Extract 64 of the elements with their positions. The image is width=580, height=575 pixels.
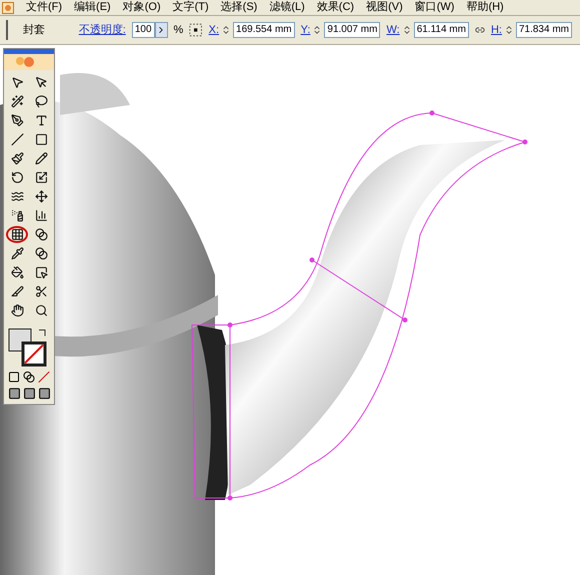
spinner-icon[interactable]	[402, 25, 412, 35]
arrow-pointer-icon	[10, 76, 24, 89]
menu-item[interactable]: 文字(T)	[172, 2, 209, 13]
blend-icon	[34, 228, 48, 241]
flower-logo-icon	[4, 54, 54, 70]
menu-item[interactable]: 视图(V)	[366, 2, 403, 13]
screen-mode-icon[interactable]	[38, 387, 50, 400]
overlap-circles-icon	[34, 247, 48, 260]
pointer-square-icon	[34, 266, 48, 279]
opacity-field[interactable]: 100	[132, 22, 155, 38]
knife-icon	[10, 285, 24, 298]
panel-title-bar	[4, 49, 54, 54]
tool-button[interactable]	[6, 226, 28, 243]
field-label: Y:	[300, 22, 310, 38]
paintbrush-icon	[10, 152, 24, 165]
reference-point-icon[interactable]	[189, 22, 203, 38]
rotate-icon	[10, 171, 24, 184]
menu-item[interactable]: 对象(O)	[122, 2, 161, 13]
menu-item[interactable]: 文件(F)	[26, 2, 62, 13]
rectangle-icon	[34, 133, 48, 146]
coordinate-field[interactable]: 91.007 mm	[324, 22, 380, 38]
eyedropper-icon	[10, 247, 24, 260]
menu-item[interactable]: 滤镜(L)	[269, 2, 305, 13]
pencil-icon	[34, 152, 48, 165]
spray-can-icon	[10, 209, 24, 222]
opacity-link[interactable]: 不透明度:	[78, 22, 126, 38]
menu-item[interactable]: 选择(S)	[220, 2, 258, 13]
paint-bucket-icon	[10, 266, 24, 279]
type-icon	[34, 114, 48, 127]
menu-item[interactable]: 效果(C)	[316, 2, 354, 13]
menu-item[interactable]: 帮助(H)	[466, 2, 504, 13]
screen-mode-icon[interactable]	[22, 387, 36, 400]
move-icon	[34, 190, 48, 203]
coordinate-field[interactable]: 71.834 mm	[516, 22, 572, 38]
grid-icon	[10, 228, 24, 241]
percent-sign: %	[174, 22, 184, 38]
tool-name: 封套	[22, 22, 46, 38]
wave-icon	[10, 190, 24, 203]
scissors-icon	[34, 285, 48, 298]
hollow-pointer-icon	[34, 76, 48, 89]
none-mode-icon[interactable]	[38, 371, 50, 383]
opacity-arrow-button[interactable]	[154, 22, 168, 38]
line-icon	[10, 133, 24, 146]
field-label: X:	[208, 22, 220, 38]
screen-mode-icon[interactable]	[8, 387, 20, 400]
scale-icon	[34, 171, 48, 184]
magic-wand-icon	[10, 95, 24, 108]
lasso-icon	[34, 95, 48, 108]
spinner-icon[interactable]	[504, 25, 514, 35]
coordinate-field[interactable]: 169.554 mm	[233, 22, 295, 38]
gradient-mode-icon[interactable]	[23, 371, 35, 383]
menu-item[interactable]: 编辑(E)	[74, 2, 111, 13]
spinner-icon[interactable]	[312, 25, 322, 35]
app-logo-icon	[2, 2, 14, 14]
spinner-icon[interactable]	[221, 25, 232, 35]
coordinate-field[interactable]: 61.114 mm	[414, 22, 469, 38]
zoom-icon	[34, 304, 48, 317]
bar-chart-icon	[34, 209, 48, 222]
field-label: H:	[490, 22, 502, 38]
pen-nib-icon	[10, 114, 24, 127]
color-mode-icon[interactable]	[8, 371, 20, 383]
hand-icon	[10, 304, 24, 317]
field-label: W:	[386, 22, 400, 38]
menu-item[interactable]: 窗口(W)	[414, 2, 454, 13]
